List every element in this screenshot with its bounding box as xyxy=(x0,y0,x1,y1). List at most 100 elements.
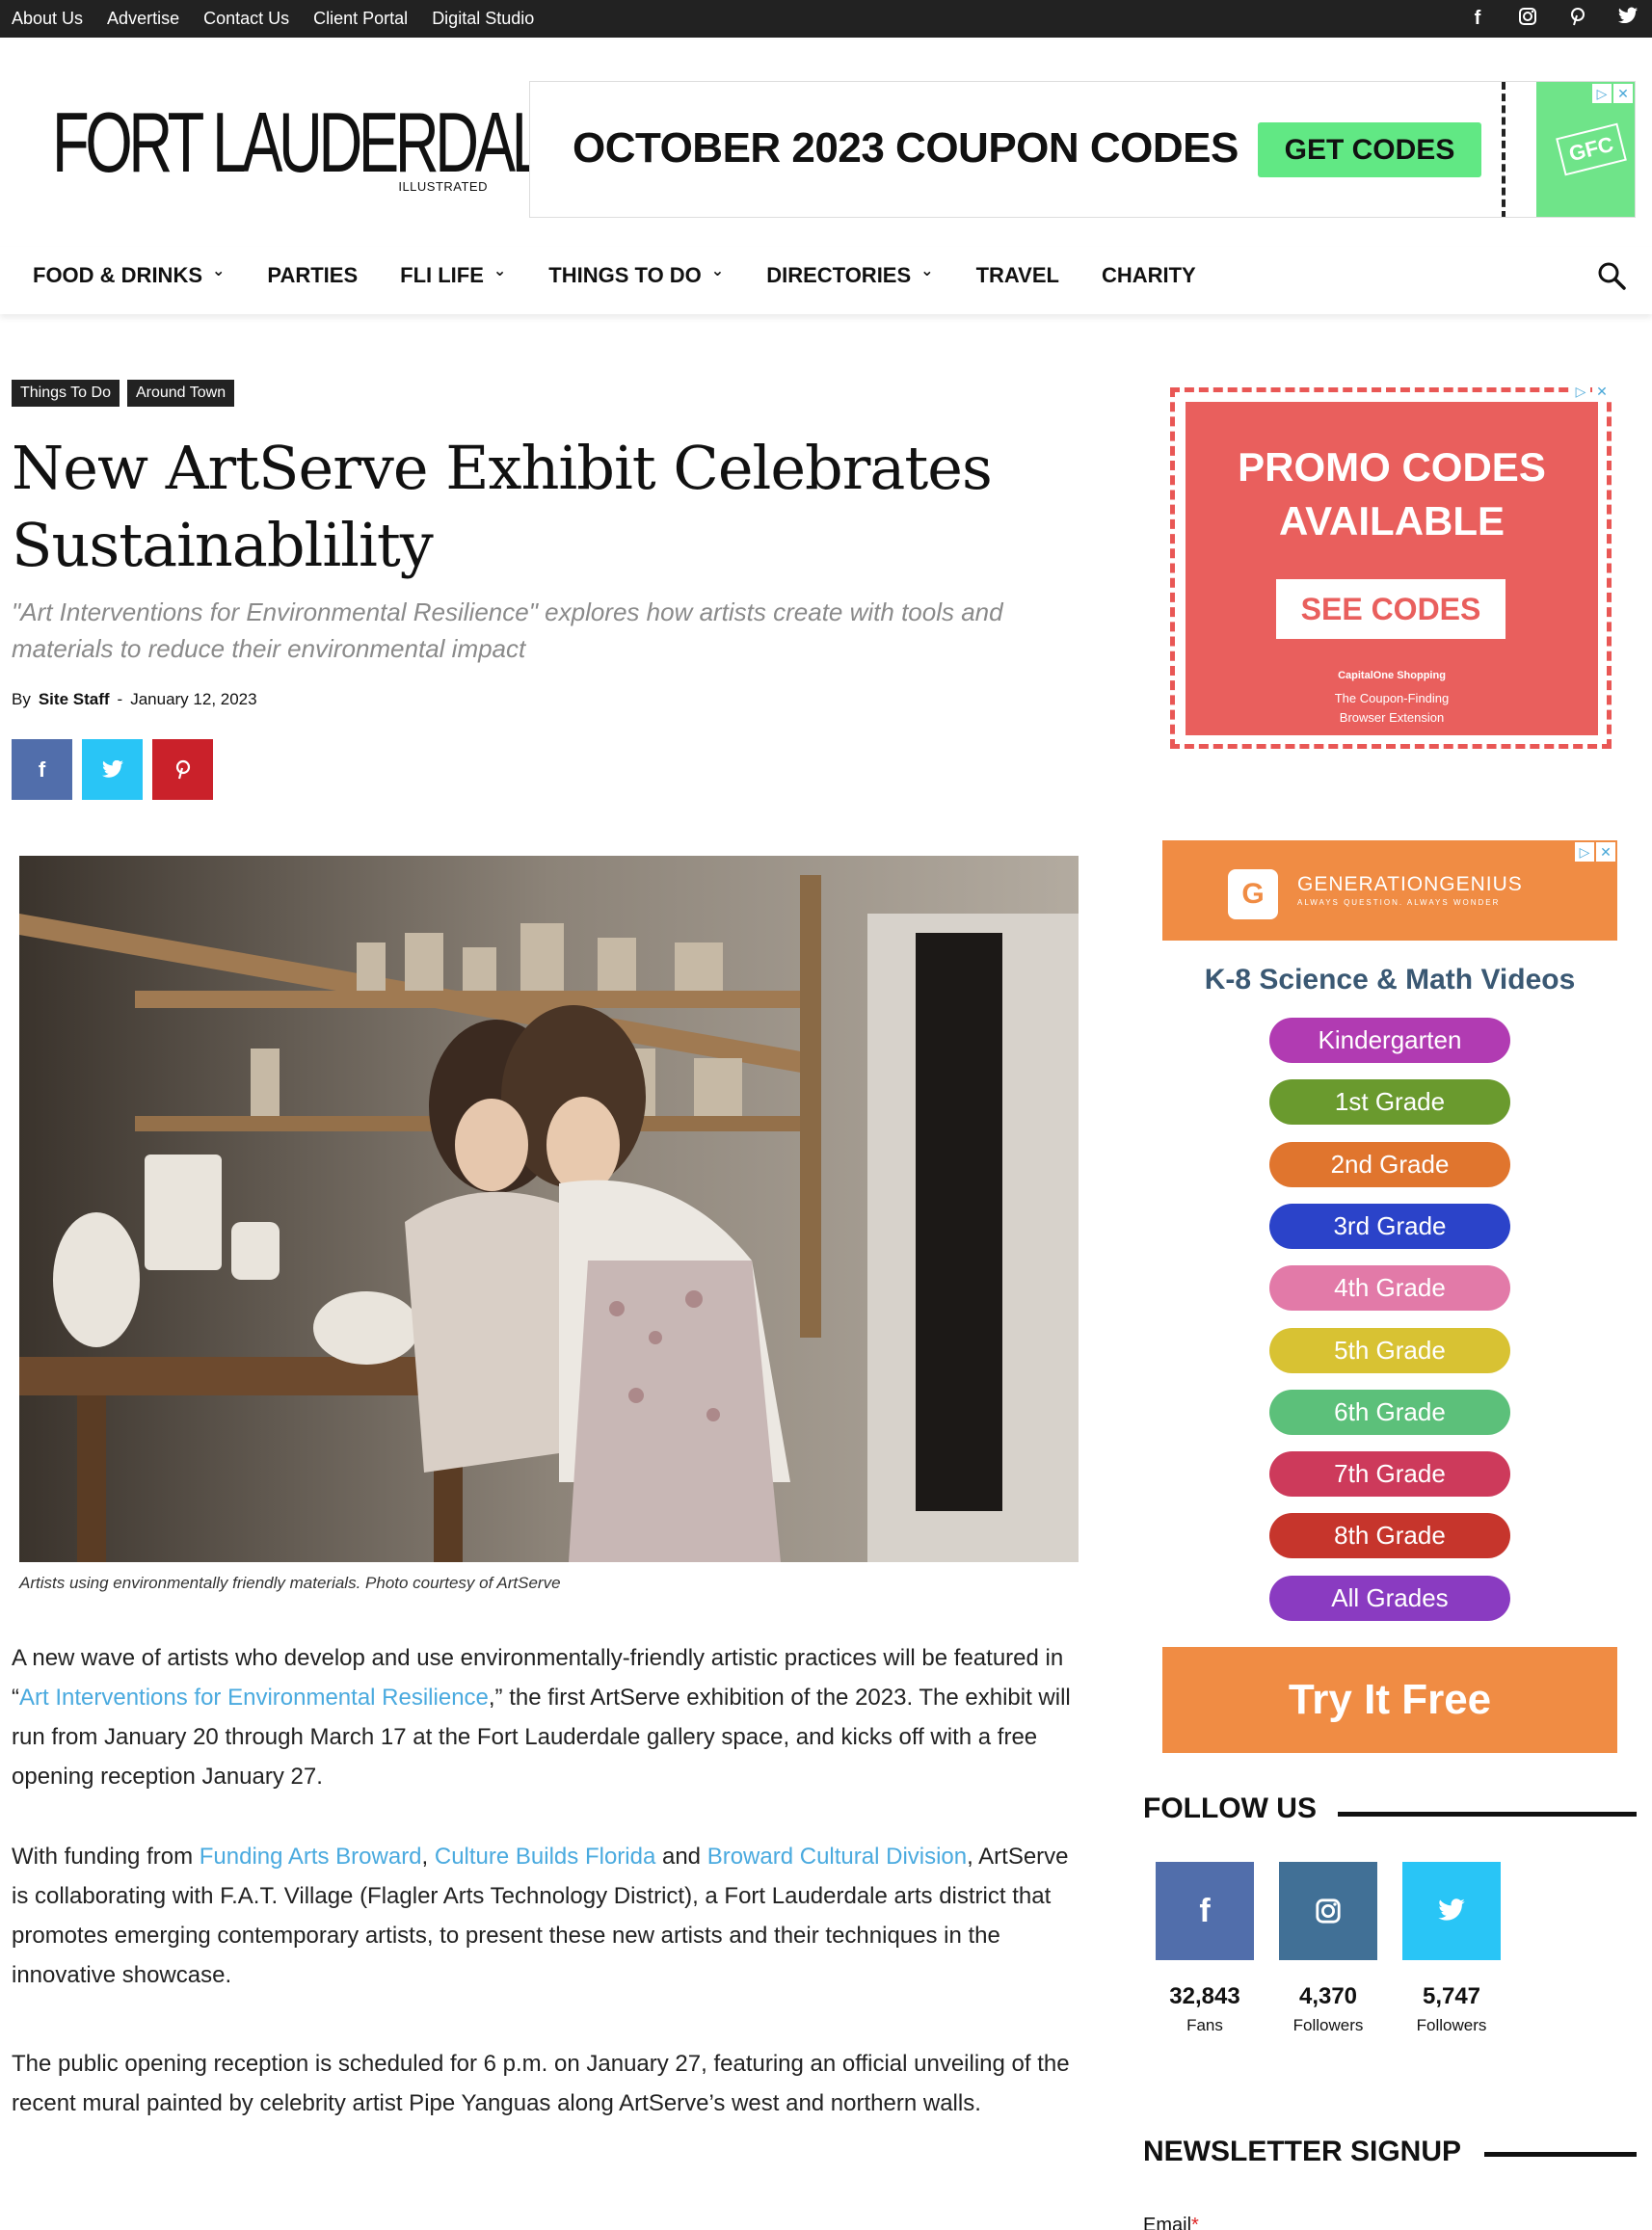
nav-item-charity[interactable]: CHARITY xyxy=(1102,263,1196,288)
top-link-client-portal[interactable]: Client Portal xyxy=(313,9,408,29)
link-culture-builds-florida[interactable]: Culture Builds Florida xyxy=(435,1844,655,1870)
twitter-icon xyxy=(101,759,123,778)
top-link-digital-studio[interactable]: Digital Studio xyxy=(432,9,534,29)
link-funding-arts-broward[interactable]: Funding Arts Broward xyxy=(200,1844,422,1870)
nav-item-label: FLI LIFE xyxy=(400,263,484,287)
close-ad-icon[interactable]: ✕ xyxy=(1596,842,1615,862)
grade-button-8th-grade[interactable]: 8th Grade xyxy=(1269,1513,1510,1559)
article-title: New ArtServe Exhibit Celebrates Sustaina… xyxy=(12,433,993,580)
nav-item-directories[interactable]: DIRECTORIES ⌄ xyxy=(766,263,933,288)
promo-tagline: The Coupon-Finding Browser Extension xyxy=(1186,689,1598,728)
gg-header: G GENERATIONGENIUS ALWAYS QUESTION. ALWA… xyxy=(1162,840,1617,941)
generation-genius-ad[interactable]: G GENERATIONGENIUS ALWAYS QUESTION. ALWA… xyxy=(1162,840,1617,1754)
chevron-down-icon: ⌄ xyxy=(710,263,725,279)
nav-item-parties[interactable]: PARTIES xyxy=(267,263,358,288)
share-facebook-button[interactable]: f xyxy=(12,739,72,800)
ad-choices[interactable]: ▷ ✕ xyxy=(1592,84,1633,103)
grade-button-4th-grade[interactable]: 4th Grade xyxy=(1269,1265,1510,1312)
nav-item-label: CHARITY xyxy=(1101,263,1196,287)
share-pinterest-button[interactable] xyxy=(152,739,213,800)
see-codes-button[interactable]: SEE CODES xyxy=(1276,579,1505,639)
site-logo[interactable]: FORT LAUDERDALE ILLUSTRATED xyxy=(52,94,582,197)
grade-button-2nd-grade[interactable]: 2nd Grade xyxy=(1269,1141,1510,1187)
instagram-icon[interactable] xyxy=(1279,1862,1377,1960)
top-links: About Us Advertise Contact Us Client Por… xyxy=(12,0,534,38)
grade-button-5th-grade[interactable]: 5th Grade xyxy=(1269,1327,1510,1373)
nav-item-things-to-do[interactable]: THINGS TO DO ⌄ xyxy=(548,263,724,288)
follow-counter[interactable]: f 32,843 Fans xyxy=(1156,1862,1254,2035)
promo-panel: PROMO CODES AVAILABLE SEE CODES CapitalO… xyxy=(1186,402,1598,735)
email-label-text: Email xyxy=(1143,2215,1192,2230)
adchoices-icon[interactable]: ▷ xyxy=(1575,842,1594,862)
follower-count: 5,747 xyxy=(1422,1983,1481,2009)
close-ad-icon[interactable]: ✕ xyxy=(1613,84,1633,103)
nav-item-food-drinks[interactable]: FOOD & DRINKS ⌄ xyxy=(33,263,225,288)
promo-tagline-1: The Coupon-Finding xyxy=(1334,691,1450,705)
ad-headline: OCTOBER 2023 COUPON CODES xyxy=(573,124,1239,172)
pinterest-icon[interactable] xyxy=(1567,7,1588,32)
logo-subtitle: ILLUSTRATED xyxy=(398,179,488,194)
paragraph-3: The public opening reception is schedule… xyxy=(12,2051,1070,2116)
nav-item-fli-life[interactable]: FLI LIFE ⌄ xyxy=(400,263,506,288)
p2-comma: , xyxy=(421,1844,435,1870)
close-ad-icon[interactable]: ✕ xyxy=(1592,382,1612,401)
grade-button-3rd-grade[interactable]: 3rd Grade xyxy=(1269,1203,1510,1249)
ad-choices[interactable]: ▷ ✕ xyxy=(1575,842,1615,862)
follower-label: Followers xyxy=(1292,2016,1364,2034)
grade-button-all-grades[interactable]: All Grades xyxy=(1269,1575,1510,1621)
nav-item-label: THINGS TO DO xyxy=(548,263,702,287)
instagram-icon[interactable] xyxy=(1517,7,1538,32)
photo-caption: Artists using environmentally friendly m… xyxy=(19,1574,561,1592)
top-link-contact[interactable]: Contact Us xyxy=(203,9,289,29)
article-subtitle: "Art Interventions for Environmental Res… xyxy=(12,597,1003,663)
follow-us-heading: FOLLOW US xyxy=(1143,1792,1317,1824)
promo-brand: CapitalOne Shopping xyxy=(1338,670,1446,681)
top-link-about[interactable]: About Us xyxy=(12,9,83,29)
facebook-icon[interactable]: f xyxy=(1156,1862,1254,1960)
adchoices-icon[interactable]: ▷ xyxy=(1571,382,1590,401)
link-art-interventions[interactable]: Art Interventions for Environmental Resi… xyxy=(19,1685,489,1711)
p2-text-a: With funding from xyxy=(12,1844,200,1870)
tag-around-town[interactable]: Around Town xyxy=(126,380,235,407)
grade-button-kindergarten[interactable]: Kindergarten xyxy=(1269,1018,1510,1063)
grade-button-6th-grade[interactable]: 6th Grade xyxy=(1269,1389,1510,1435)
search-icon[interactable] xyxy=(1594,258,1629,293)
by-label: By xyxy=(12,690,31,708)
gg-heading: K-8 Science & Math Videos xyxy=(1204,964,1576,996)
author-link[interactable]: Site Staff xyxy=(39,690,110,709)
byline: By Site Staff - January 12, 2023 xyxy=(12,690,257,709)
grade-button-1st-grade[interactable]: 1st Grade xyxy=(1269,1079,1510,1126)
ad-choices[interactable]: ▷ ✕ xyxy=(1571,382,1612,401)
try-it-free-button[interactable]: Try It Free xyxy=(1162,1647,1617,1753)
email-label: Email* xyxy=(1143,2215,1199,2230)
follower-count: 4,370 xyxy=(1298,1983,1358,2009)
top-link-advertise[interactable]: Advertise xyxy=(107,9,179,29)
grade-button-7th-grade[interactable]: 7th Grade xyxy=(1269,1451,1510,1498)
follow-counter[interactable]: 4,370 Followers xyxy=(1279,1862,1377,2035)
heading-rule xyxy=(1338,1812,1637,1817)
pinterest-icon xyxy=(175,759,190,779)
link-broward-cultural-division[interactable]: Broward Cultural Division xyxy=(707,1844,967,1870)
logo-title: FORT LAUDERDALE xyxy=(52,94,582,190)
promo-codes-ad[interactable]: PROMO CODES AVAILABLE SEE CODES CapitalO… xyxy=(1162,382,1617,757)
byline-separator: - xyxy=(117,690,123,708)
tag-things-to-do[interactable]: Things To Do xyxy=(12,380,120,407)
ad-divider xyxy=(1502,82,1505,217)
twitter-icon[interactable] xyxy=(1402,1862,1501,1960)
top-banner-ad[interactable]: OCTOBER 2023 COUPON CODES GET CODES GFC … xyxy=(529,81,1636,218)
promo-headline: PROMO CODES AVAILABLE xyxy=(1186,440,1598,548)
heading-rule xyxy=(1484,2152,1637,2157)
nav-item-travel[interactable]: TRAVEL xyxy=(976,263,1059,288)
get-codes-button[interactable]: GET CODES xyxy=(1258,122,1481,177)
newsletter-heading: NEWSLETTER SIGNUP xyxy=(1143,2136,1462,2167)
share-twitter-button[interactable] xyxy=(82,739,143,800)
top-bar: About Us Advertise Contact Us Client Por… xyxy=(0,0,1652,38)
facebook-icon[interactable]: f xyxy=(1467,8,1488,30)
follower-label: Followers xyxy=(1416,2016,1487,2034)
follow-counter[interactable]: 5,747 Followers xyxy=(1402,1862,1501,2035)
adchoices-icon[interactable]: ▷ xyxy=(1592,84,1612,103)
twitter-icon[interactable] xyxy=(1617,7,1639,32)
follower-label: Fans xyxy=(1186,2016,1223,2034)
nav-items: FOOD & DRINKS ⌄ PARTIES FLI LIFE ⌄ THINGS TO … xyxy=(33,247,1239,305)
article-tags: Things To Do Around Town xyxy=(12,380,235,407)
